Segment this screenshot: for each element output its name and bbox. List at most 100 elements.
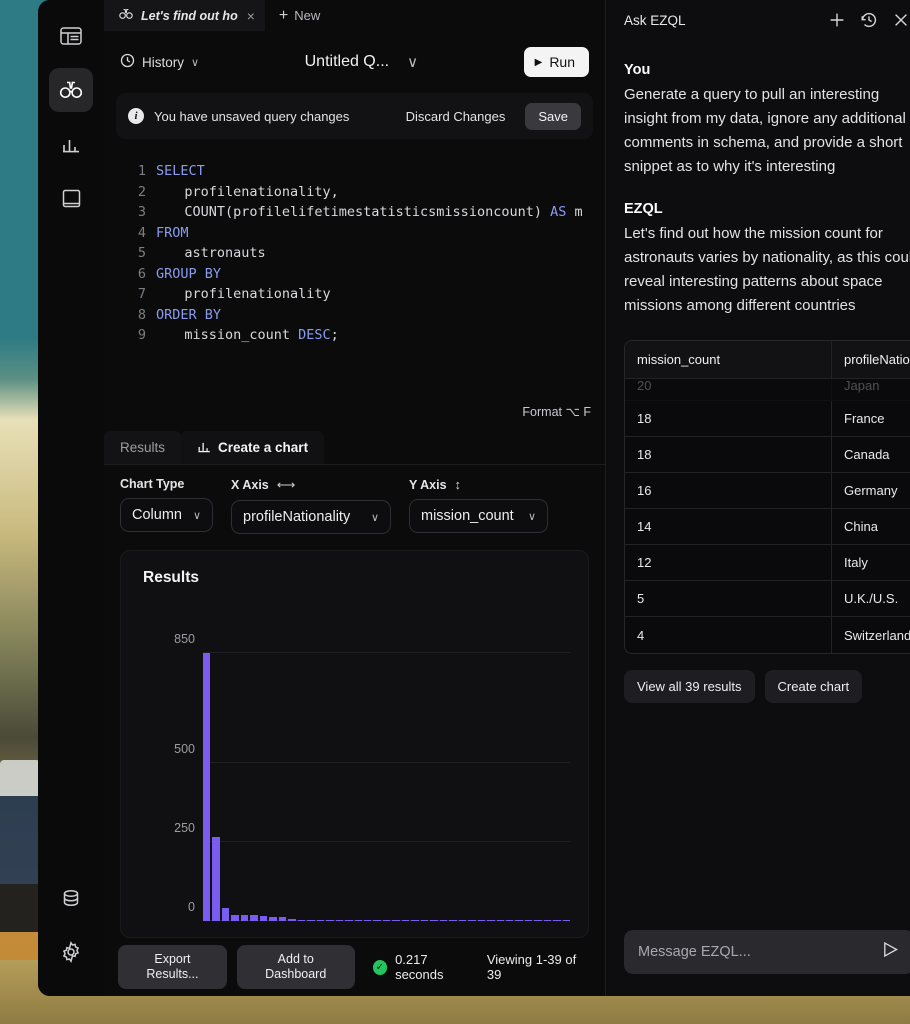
discard-changes-button[interactable]: Discard Changes bbox=[396, 104, 516, 129]
chart-bar[interactable] bbox=[449, 920, 456, 921]
close-icon[interactable]: × bbox=[247, 8, 255, 24]
chart-bar[interactable] bbox=[212, 837, 219, 921]
chart-bar[interactable] bbox=[421, 920, 428, 921]
sql-code: FROM bbox=[156, 223, 189, 244]
line-number: 4 bbox=[104, 223, 156, 244]
chart-bar[interactable] bbox=[222, 908, 229, 921]
chart-bar[interactable] bbox=[298, 920, 305, 921]
new-tab-button[interactable]: + New bbox=[265, 0, 334, 31]
chart-bar[interactable] bbox=[563, 920, 570, 921]
line-number: 1 bbox=[104, 161, 156, 182]
chart-bar[interactable] bbox=[468, 920, 475, 921]
x-axis-select[interactable]: profileNationality ∨ bbox=[231, 500, 391, 534]
message-input-wrap[interactable]: Message EZQL... bbox=[624, 930, 910, 974]
chart-bar[interactable] bbox=[250, 915, 257, 921]
send-icon[interactable] bbox=[881, 940, 900, 964]
chart-bar[interactable] bbox=[336, 920, 343, 921]
run-button[interactable]: ▶ Run bbox=[524, 47, 589, 77]
chart-bar[interactable] bbox=[487, 920, 494, 921]
query-tab-active[interactable]: Let's find out ho × bbox=[104, 0, 265, 31]
chart-bar[interactable] bbox=[430, 920, 437, 921]
tab-results[interactable]: Results bbox=[104, 431, 181, 464]
tab-create-a-chart[interactable]: Create a chart bbox=[181, 431, 324, 464]
notebook-icon[interactable] bbox=[49, 176, 93, 220]
chart-bar[interactable] bbox=[364, 920, 371, 921]
chart-bar[interactable] bbox=[411, 920, 418, 921]
save-button[interactable]: Save bbox=[525, 103, 581, 130]
format-hint[interactable]: Format ⌥ F bbox=[522, 404, 591, 419]
cell-mission-count: 18 bbox=[625, 401, 832, 436]
unsaved-changes-banner: i You have unsaved query changes Discard… bbox=[116, 93, 593, 139]
table-row: 14China bbox=[625, 509, 910, 545]
sql-line: 7profilenationality bbox=[104, 284, 605, 305]
settings-icon[interactable] bbox=[49, 930, 93, 974]
message-user: You Generate a query to pull an interest… bbox=[624, 62, 910, 179]
unsaved-message: You have unsaved query changes bbox=[154, 109, 386, 124]
ezql-results-table[interactable]: 20 Japan 18France18Canada16Germany14Chin… bbox=[624, 340, 910, 654]
y-axis-select[interactable]: mission_count ∨ bbox=[409, 499, 548, 533]
database-icon[interactable] bbox=[49, 876, 93, 920]
history-button[interactable]: History ∨ bbox=[120, 53, 199, 71]
chart-bar[interactable] bbox=[383, 920, 390, 921]
chart-bar[interactable] bbox=[515, 920, 522, 921]
message-assistant: EZQL Let's find out how the mission coun… bbox=[624, 201, 910, 318]
info-icon: i bbox=[128, 108, 144, 124]
vertical-arrow-icon: ↕ bbox=[455, 477, 462, 492]
table-row: 18Canada bbox=[625, 437, 910, 473]
export-results-button[interactable]: Export Results... bbox=[118, 945, 227, 989]
chart-bar[interactable] bbox=[402, 920, 409, 921]
sql-line: 9mission_count DESC; bbox=[104, 325, 605, 346]
column-header-mission-count: mission_count bbox=[625, 341, 832, 378]
sql-editor[interactable]: 1SELECT2profilenationality,3COUNT(profil… bbox=[104, 139, 605, 431]
chart-bar[interactable] bbox=[478, 920, 485, 921]
create-chart-button[interactable]: Create chart bbox=[765, 670, 863, 703]
chart-bar[interactable] bbox=[525, 920, 532, 921]
chevron-down-icon: ∨ bbox=[371, 511, 379, 524]
close-panel-icon[interactable] bbox=[892, 11, 910, 29]
sidebar-rail bbox=[38, 0, 104, 996]
column-header-nationality: profileNationality bbox=[832, 341, 910, 378]
chart-bar[interactable] bbox=[231, 915, 238, 921]
chart-bar[interactable] bbox=[544, 920, 551, 921]
chart-bar[interactable] bbox=[459, 920, 466, 921]
binoculars-small-icon bbox=[118, 8, 134, 23]
chart-bar[interactable] bbox=[506, 920, 513, 921]
chart-bar[interactable] bbox=[241, 915, 248, 921]
add-to-dashboard-button[interactable]: Add to Dashboard bbox=[237, 945, 355, 989]
chart-bar[interactable] bbox=[288, 919, 295, 921]
clock-icon bbox=[120, 53, 135, 71]
chart-bar[interactable] bbox=[355, 920, 362, 921]
chart-bar[interactable] bbox=[497, 920, 504, 921]
explore-icon[interactable] bbox=[49, 68, 93, 112]
chart-bar[interactable] bbox=[326, 920, 333, 921]
chart-bar[interactable] bbox=[203, 653, 210, 921]
chart-bar[interactable] bbox=[373, 920, 380, 921]
chart-bar[interactable] bbox=[307, 920, 314, 921]
chat-history-icon[interactable] bbox=[860, 11, 878, 29]
message-role: EZQL bbox=[624, 201, 910, 217]
table-row: 5U.K./U.S. bbox=[625, 581, 910, 617]
cell-mission-count: 18 bbox=[625, 437, 832, 472]
cell-mission-count: 5 bbox=[625, 581, 832, 616]
chart-bar[interactable] bbox=[317, 920, 324, 921]
query-title-group[interactable]: Untitled Q... ∨ bbox=[209, 53, 514, 71]
chart-bar[interactable] bbox=[553, 920, 560, 921]
chart-bar[interactable] bbox=[269, 917, 276, 921]
chart-bar[interactable] bbox=[279, 917, 286, 921]
query-tab-label: Let's find out ho bbox=[141, 9, 238, 23]
new-chat-icon[interactable] bbox=[828, 11, 846, 29]
view-all-results-button[interactable]: View all 39 results bbox=[624, 670, 755, 703]
chart-bar[interactable] bbox=[440, 920, 447, 921]
chart-bar[interactable] bbox=[534, 920, 541, 921]
message-input[interactable]: Message EZQL... bbox=[638, 944, 881, 960]
y-axis-label: Y Axis ↕ bbox=[409, 477, 548, 492]
chart-bar[interactable] bbox=[345, 920, 352, 921]
chart-bar[interactable] bbox=[260, 916, 267, 921]
x-axis-control: X Axis ⟷ profileNationality ∨ bbox=[231, 477, 391, 534]
charts-icon[interactable] bbox=[49, 122, 93, 166]
chart-type-select[interactable]: Column ∨ bbox=[120, 498, 213, 532]
chart-bars bbox=[203, 637, 570, 921]
y-axis-control: Y Axis ↕ mission_count ∨ bbox=[409, 477, 548, 534]
table-icon[interactable] bbox=[49, 14, 93, 58]
chart-bar[interactable] bbox=[392, 920, 399, 921]
